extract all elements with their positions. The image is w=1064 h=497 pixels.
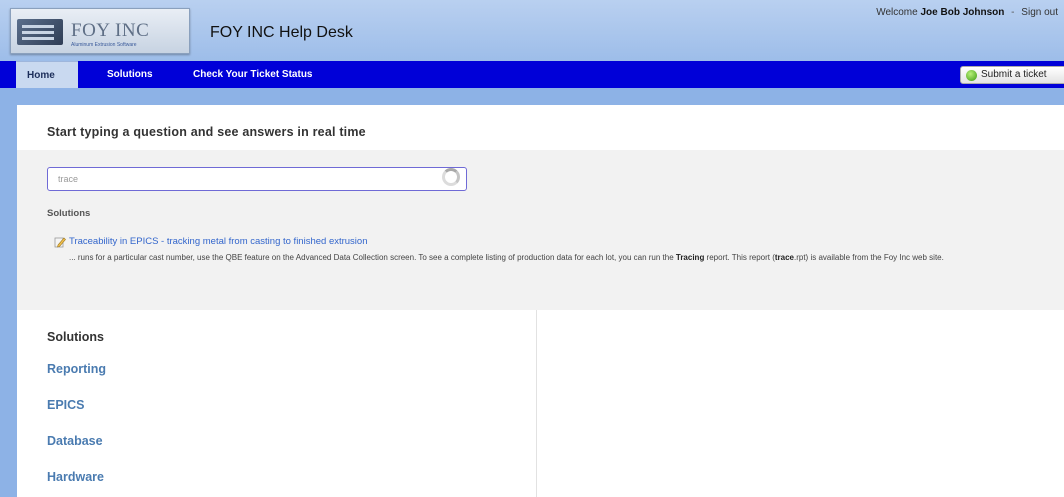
submit-ticket-label: Submit a ticket bbox=[981, 69, 1047, 80]
logo-text: FOY INC bbox=[71, 20, 150, 41]
submit-ticket-button[interactable]: Submit a ticket bbox=[960, 66, 1064, 84]
welcome-area: Welcome Joe Bob Johnson - Sign out bbox=[876, 7, 1058, 18]
tab-home[interactable]: Home bbox=[16, 61, 78, 88]
snippet-text: ... runs for a particular cast number, u… bbox=[69, 253, 676, 262]
user-name: Joe Bob Johnson bbox=[920, 7, 1005, 18]
welcome-prefix: Welcome bbox=[876, 7, 918, 18]
loading-spinner-icon bbox=[442, 168, 460, 186]
category-link-reporting[interactable]: Reporting bbox=[47, 362, 106, 376]
column-divider bbox=[536, 310, 537, 497]
result-snippet: ... runs for a particular cast number, u… bbox=[69, 252, 1019, 263]
add-icon bbox=[966, 70, 977, 81]
snippet-highlight: trace bbox=[774, 253, 794, 262]
snippet-text: report. This report ( bbox=[704, 253, 775, 262]
welcome-separator: - bbox=[1011, 7, 1015, 18]
results-label: Solutions bbox=[47, 208, 91, 219]
tab-solutions[interactable]: Solutions bbox=[107, 61, 153, 88]
category-link-hardware[interactable]: Hardware bbox=[47, 470, 104, 484]
site-title: FOY INC Help Desk bbox=[210, 24, 353, 41]
search-input[interactable] bbox=[47, 167, 467, 191]
snippet-highlight: Tracing bbox=[675, 253, 705, 262]
logo-tagline: Aluminum Extrusion Software bbox=[71, 42, 137, 48]
article-edit-icon bbox=[54, 237, 66, 248]
category-link-epics[interactable]: EPICS bbox=[47, 398, 85, 412]
sign-out-link[interactable]: Sign out bbox=[1021, 7, 1058, 18]
category-link-database[interactable]: Database bbox=[47, 434, 103, 448]
company-logo[interactable]: FOY INC Aluminum Extrusion Software bbox=[10, 8, 190, 54]
solutions-heading: Solutions bbox=[47, 330, 104, 344]
header-bar: FOY INC Aluminum Extrusion Software FOY … bbox=[0, 0, 1064, 61]
search-heading: Start typing a question and see answers … bbox=[47, 125, 366, 139]
result-title-link[interactable]: Traceability in EPICS - tracking metal f… bbox=[69, 236, 368, 247]
tab-check-ticket-status[interactable]: Check Your Ticket Status bbox=[193, 61, 313, 88]
snippet-text: .rpt) is available from the Foy Inc web … bbox=[794, 253, 944, 262]
logo-graphic bbox=[17, 19, 63, 45]
main-nav: Home Solutions Check Your Ticket Status bbox=[0, 61, 1064, 88]
